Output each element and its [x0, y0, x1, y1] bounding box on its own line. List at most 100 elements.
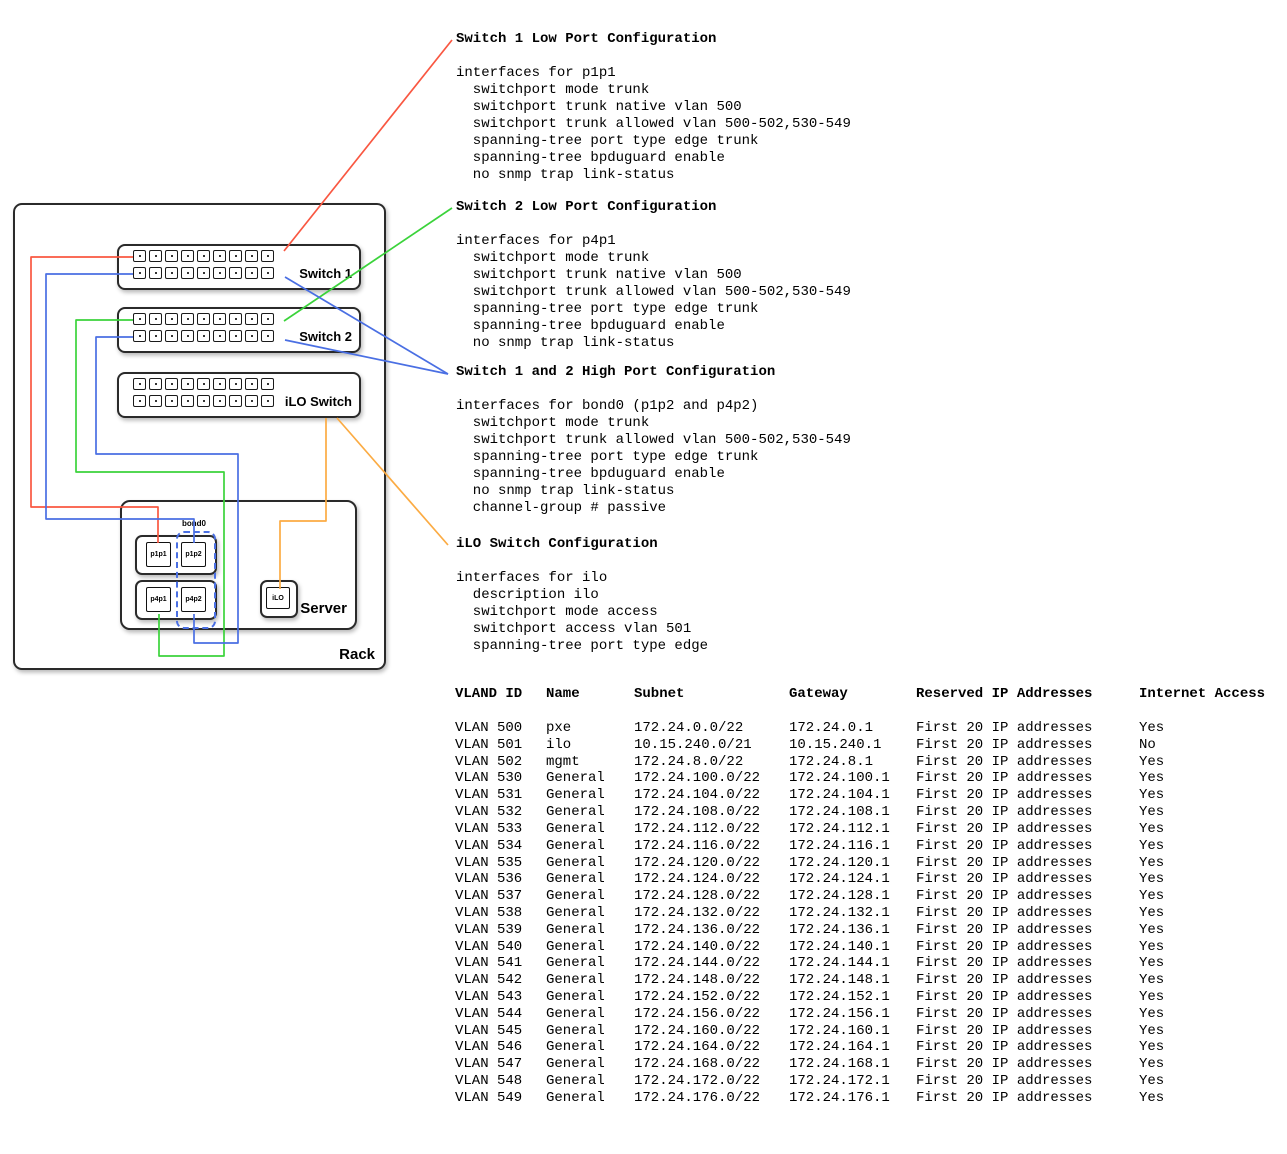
vlan-cell: VLAN 536	[455, 871, 522, 888]
switch-port	[261, 378, 274, 390]
switch-port	[213, 330, 226, 342]
vlan-table-row: VLAN 502mgmt172.24.8.0/22172.24.8.1First…	[455, 754, 1287, 771]
vlan-cell: VLAN 545	[455, 1023, 522, 1040]
vlan-cell: Yes	[1139, 1023, 1164, 1040]
switch-port	[181, 313, 194, 325]
switch-port	[149, 267, 162, 279]
vlan-cell: General	[546, 1006, 605, 1023]
switch-port	[229, 395, 242, 407]
vlan-cell: General	[546, 804, 605, 821]
switch-port	[181, 267, 194, 279]
config-line: switchport mode access	[456, 604, 708, 621]
vlan-cell: 172.24.112.1	[789, 821, 890, 838]
config-body: interfaces for p4p1 switchport mode trun…	[456, 233, 851, 352]
switch-port	[181, 250, 194, 262]
vlan-table-row: VLAN 530General172.24.100.0/22172.24.100…	[455, 770, 1287, 787]
vlan-cell: VLAN 531	[455, 787, 522, 804]
bond0-group-outline	[176, 531, 216, 629]
vlan-header-cell: VLAND ID	[455, 686, 522, 703]
switch-port	[229, 330, 242, 342]
vlan-table-row: VLAN 548General172.24.172.0/22172.24.172…	[455, 1073, 1287, 1090]
vlan-table-row: VLAN 549General172.24.176.0/22172.24.176…	[455, 1090, 1287, 1107]
vlan-cell: VLAN 534	[455, 838, 522, 855]
switch-port	[197, 267, 210, 279]
vlan-cell: VLAN 549	[455, 1090, 522, 1107]
vlan-table-header: VLAND IDNameSubnetGatewayReserved IP Add…	[455, 686, 1287, 703]
vlan-cell: 172.24.148.1	[789, 972, 890, 989]
vlan-cell: 172.24.156.0/22	[634, 1006, 760, 1023]
switch-port	[133, 250, 146, 262]
switch-port	[165, 395, 178, 407]
vlan-header-cell: Subnet	[634, 686, 684, 703]
config-line: spanning-tree port type edge trunk	[456, 301, 851, 318]
vlan-cell: First 20 IP addresses	[916, 905, 1092, 922]
config-line: no snmp trap link-status	[456, 483, 851, 500]
vlan-cell: 172.24.132.0/22	[634, 905, 760, 922]
vlan-header-cell: Name	[546, 686, 580, 703]
config-line: switchport mode trunk	[456, 82, 851, 99]
switch-1-port-row-bottom	[133, 267, 274, 279]
vlan-table-row: VLAN 539General172.24.136.0/22172.24.136…	[455, 922, 1287, 939]
vlan-cell: 172.24.120.1	[789, 855, 890, 872]
vlan-cell: General	[546, 888, 605, 905]
vlan-cell: General	[546, 972, 605, 989]
vlan-cell: pxe	[546, 720, 571, 737]
switch-port	[229, 250, 242, 262]
config-line: channel-group # passive	[456, 500, 851, 517]
vlan-cell: First 20 IP addresses	[916, 855, 1092, 872]
switch-1-box: Switch 1	[117, 244, 361, 290]
switch-port	[165, 250, 178, 262]
vlan-cell: 172.24.152.1	[789, 989, 890, 1006]
switch-port	[165, 378, 178, 390]
config-line: spanning-tree port type edge trunk	[456, 133, 851, 150]
vlan-cell: Yes	[1139, 804, 1164, 821]
config-line: description ilo	[456, 587, 708, 604]
vlan-cell: 172.24.160.0/22	[634, 1023, 760, 1040]
switch-port	[165, 313, 178, 325]
vlan-cell: 172.24.172.1	[789, 1073, 890, 1090]
vlan-table-row: VLAN 541General172.24.144.0/22172.24.144…	[455, 955, 1287, 972]
config-block-switch2-low: Switch 2 Low Port Configuration interfac…	[456, 199, 851, 352]
vlan-cell: General	[546, 1023, 605, 1040]
switch-1-label: Switch 1	[299, 266, 352, 281]
vlan-cell: General	[546, 989, 605, 1006]
port-p4p1: p4p1	[146, 587, 171, 612]
config-line: spanning-tree port type edge	[456, 638, 708, 655]
switch-2-port-row-bottom	[133, 330, 274, 342]
vlan-header-cell: Gateway	[789, 686, 848, 703]
config-line: spanning-tree bpduguard enable	[456, 318, 851, 335]
vlan-table-row: VLAN 543General172.24.152.0/22172.24.152…	[455, 989, 1287, 1006]
vlan-cell: First 20 IP addresses	[916, 1039, 1092, 1056]
vlan-cell: First 20 IP addresses	[916, 770, 1092, 787]
vlan-cell: 172.24.144.1	[789, 955, 890, 972]
switch-port	[149, 250, 162, 262]
vlan-cell: Yes	[1139, 1073, 1164, 1090]
config-line: switchport trunk native vlan 500	[456, 99, 851, 116]
vlan-cell: General	[546, 955, 605, 972]
vlan-cell: VLAN 539	[455, 922, 522, 939]
vlan-cell: VLAN 546	[455, 1039, 522, 1056]
vlan-cell: Yes	[1139, 754, 1164, 771]
ilo-switch-port-row-bottom	[133, 395, 274, 407]
vlan-cell: ilo	[546, 737, 571, 754]
switch-port	[197, 395, 210, 407]
switch-port	[261, 250, 274, 262]
vlan-cell: VLAN 542	[455, 972, 522, 989]
vlan-cell: 172.24.124.0/22	[634, 871, 760, 888]
config-line: interfaces for p1p1	[456, 65, 851, 82]
vlan-cell: Yes	[1139, 1090, 1164, 1107]
vlan-cell: 172.24.128.1	[789, 888, 890, 905]
vlan-cell: 172.24.164.1	[789, 1039, 890, 1056]
vlan-cell: 172.24.176.0/22	[634, 1090, 760, 1107]
vlan-cell: Yes	[1139, 838, 1164, 855]
vlan-cell: 172.24.100.0/22	[634, 770, 760, 787]
vlan-cell: First 20 IP addresses	[916, 1056, 1092, 1073]
switch-2-port-row-top	[133, 313, 274, 325]
config-body: interfaces for ilo description ilo switc…	[456, 570, 708, 655]
vlan-cell: First 20 IP addresses	[916, 955, 1092, 972]
config-line: switchport trunk native vlan 500	[456, 267, 851, 284]
config-line: switchport trunk allowed vlan 500-502,53…	[456, 284, 851, 301]
vlan-cell: Yes	[1139, 855, 1164, 872]
switch-port	[213, 250, 226, 262]
vlan-cell: Yes	[1139, 871, 1164, 888]
